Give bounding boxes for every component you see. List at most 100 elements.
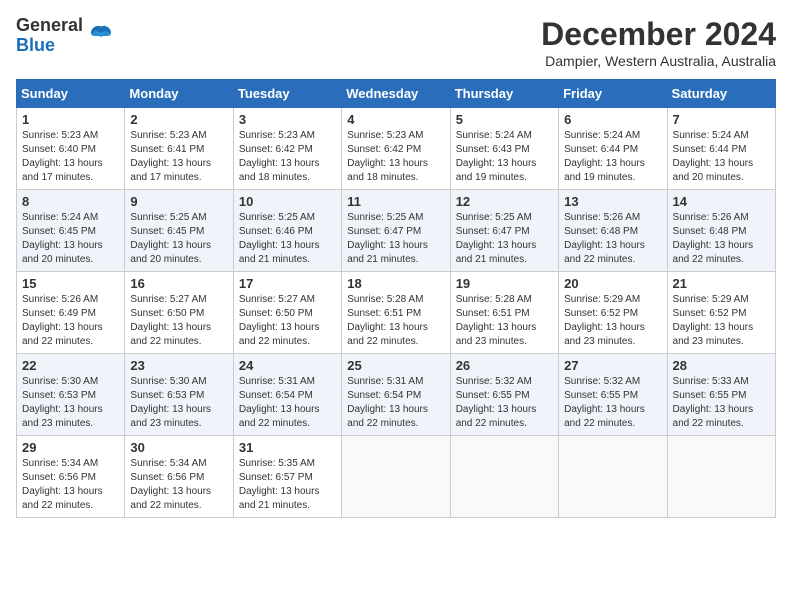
- logo: General Blue: [16, 16, 115, 56]
- day-number: 18: [347, 276, 444, 291]
- logo-text: General Blue: [16, 16, 83, 56]
- day-number: 21: [673, 276, 770, 291]
- daylight-label: Daylight: 13 hours and 22 minutes.: [673, 240, 754, 265]
- col-saturday: Saturday: [667, 80, 775, 108]
- daylight-label: Daylight: 13 hours and 18 minutes.: [239, 158, 320, 183]
- daylight-label: Daylight: 13 hours and 23 minutes.: [130, 404, 211, 429]
- sunset-label: Sunset: 6:42 PM: [239, 144, 313, 155]
- sunrise-label: Sunrise: 5:30 AM: [22, 376, 98, 387]
- sunset-label: Sunset: 6:48 PM: [673, 226, 747, 237]
- calendar-cell: 10 Sunrise: 5:25 AM Sunset: 6:46 PM Dayl…: [233, 190, 341, 272]
- daylight-label: Daylight: 13 hours and 22 minutes.: [22, 486, 103, 511]
- sunrise-label: Sunrise: 5:27 AM: [239, 294, 315, 305]
- sunrise-label: Sunrise: 5:35 AM: [239, 458, 315, 469]
- calendar-cell: 14 Sunrise: 5:26 AM Sunset: 6:48 PM Dayl…: [667, 190, 775, 272]
- day-number: 15: [22, 276, 119, 291]
- day-info: Sunrise: 5:25 AM Sunset: 6:46 PM Dayligh…: [239, 211, 336, 267]
- sunrise-label: Sunrise: 5:25 AM: [239, 212, 315, 223]
- calendar-cell: 2 Sunrise: 5:23 AM Sunset: 6:41 PM Dayli…: [125, 108, 233, 190]
- sunrise-label: Sunrise: 5:23 AM: [239, 130, 315, 141]
- sunrise-label: Sunrise: 5:26 AM: [22, 294, 98, 305]
- day-number: 22: [22, 358, 119, 373]
- sunset-label: Sunset: 6:44 PM: [564, 144, 638, 155]
- day-number: 31: [239, 440, 336, 455]
- sunset-label: Sunset: 6:53 PM: [22, 390, 96, 401]
- title-area: December 2024 Dampier, Western Australia…: [541, 16, 776, 69]
- sunrise-label: Sunrise: 5:32 AM: [456, 376, 532, 387]
- sunset-label: Sunset: 6:51 PM: [347, 308, 421, 319]
- day-number: 9: [130, 194, 227, 209]
- daylight-label: Daylight: 13 hours and 17 minutes.: [22, 158, 103, 183]
- col-sunday: Sunday: [17, 80, 125, 108]
- logo-bird-icon: [87, 22, 115, 50]
- sunrise-label: Sunrise: 5:26 AM: [673, 212, 749, 223]
- daylight-label: Daylight: 13 hours and 21 minutes.: [239, 486, 320, 511]
- daylight-label: Daylight: 13 hours and 20 minutes.: [673, 158, 754, 183]
- day-number: 27: [564, 358, 661, 373]
- calendar-cell: 30 Sunrise: 5:34 AM Sunset: 6:56 PM Dayl…: [125, 436, 233, 518]
- day-number: 6: [564, 112, 661, 127]
- sunrise-label: Sunrise: 5:34 AM: [22, 458, 98, 469]
- sunrise-label: Sunrise: 5:31 AM: [239, 376, 315, 387]
- daylight-label: Daylight: 13 hours and 20 minutes.: [130, 240, 211, 265]
- calendar-week-row: 22 Sunrise: 5:30 AM Sunset: 6:53 PM Dayl…: [17, 354, 776, 436]
- day-number: 3: [239, 112, 336, 127]
- day-number: 30: [130, 440, 227, 455]
- calendar-cell: 11 Sunrise: 5:25 AM Sunset: 6:47 PM Dayl…: [342, 190, 450, 272]
- calendar-cell: 27 Sunrise: 5:32 AM Sunset: 6:55 PM Dayl…: [559, 354, 667, 436]
- daylight-label: Daylight: 13 hours and 22 minutes.: [564, 240, 645, 265]
- sunrise-label: Sunrise: 5:26 AM: [564, 212, 640, 223]
- calendar-cell: 15 Sunrise: 5:26 AM Sunset: 6:49 PM Dayl…: [17, 272, 125, 354]
- col-thursday: Thursday: [450, 80, 558, 108]
- calendar-cell: 23 Sunrise: 5:30 AM Sunset: 6:53 PM Dayl…: [125, 354, 233, 436]
- day-info: Sunrise: 5:26 AM Sunset: 6:48 PM Dayligh…: [673, 211, 770, 267]
- calendar-cell: 26 Sunrise: 5:32 AM Sunset: 6:55 PM Dayl…: [450, 354, 558, 436]
- daylight-label: Daylight: 13 hours and 22 minutes.: [347, 404, 428, 429]
- sunrise-label: Sunrise: 5:28 AM: [347, 294, 423, 305]
- day-info: Sunrise: 5:29 AM Sunset: 6:52 PM Dayligh…: [564, 293, 661, 349]
- calendar-cell: 4 Sunrise: 5:23 AM Sunset: 6:42 PM Dayli…: [342, 108, 450, 190]
- calendar-cell: 13 Sunrise: 5:26 AM Sunset: 6:48 PM Dayl…: [559, 190, 667, 272]
- day-info: Sunrise: 5:28 AM Sunset: 6:51 PM Dayligh…: [347, 293, 444, 349]
- day-info: Sunrise: 5:26 AM Sunset: 6:49 PM Dayligh…: [22, 293, 119, 349]
- day-number: 2: [130, 112, 227, 127]
- sunset-label: Sunset: 6:54 PM: [239, 390, 313, 401]
- day-info: Sunrise: 5:24 AM Sunset: 6:43 PM Dayligh…: [456, 129, 553, 185]
- daylight-label: Daylight: 13 hours and 23 minutes.: [564, 322, 645, 347]
- sunset-label: Sunset: 6:55 PM: [456, 390, 530, 401]
- calendar-cell: 6 Sunrise: 5:24 AM Sunset: 6:44 PM Dayli…: [559, 108, 667, 190]
- day-info: Sunrise: 5:30 AM Sunset: 6:53 PM Dayligh…: [130, 375, 227, 431]
- daylight-label: Daylight: 13 hours and 22 minutes.: [130, 322, 211, 347]
- sunset-label: Sunset: 6:50 PM: [239, 308, 313, 319]
- day-number: 19: [456, 276, 553, 291]
- day-info: Sunrise: 5:24 AM Sunset: 6:44 PM Dayligh…: [564, 129, 661, 185]
- sunset-label: Sunset: 6:52 PM: [564, 308, 638, 319]
- sunset-label: Sunset: 6:55 PM: [673, 390, 747, 401]
- calendar-cell: 8 Sunrise: 5:24 AM Sunset: 6:45 PM Dayli…: [17, 190, 125, 272]
- sunrise-label: Sunrise: 5:34 AM: [130, 458, 206, 469]
- day-info: Sunrise: 5:34 AM Sunset: 6:56 PM Dayligh…: [22, 457, 119, 513]
- sunrise-label: Sunrise: 5:32 AM: [564, 376, 640, 387]
- daylight-label: Daylight: 13 hours and 22 minutes.: [347, 322, 428, 347]
- calendar-cell: 19 Sunrise: 5:28 AM Sunset: 6:51 PM Dayl…: [450, 272, 558, 354]
- calendar-week-row: 1 Sunrise: 5:23 AM Sunset: 6:40 PM Dayli…: [17, 108, 776, 190]
- daylight-label: Daylight: 13 hours and 19 minutes.: [456, 158, 537, 183]
- sunrise-label: Sunrise: 5:23 AM: [130, 130, 206, 141]
- daylight-label: Daylight: 13 hours and 17 minutes.: [130, 158, 211, 183]
- calendar-cell: [559, 436, 667, 518]
- calendar-week-row: 29 Sunrise: 5:34 AM Sunset: 6:56 PM Dayl…: [17, 436, 776, 518]
- sunset-label: Sunset: 6:45 PM: [130, 226, 204, 237]
- calendar-table: Sunday Monday Tuesday Wednesday Thursday…: [16, 79, 776, 518]
- calendar-header-row: Sunday Monday Tuesday Wednesday Thursday…: [17, 80, 776, 108]
- day-number: 10: [239, 194, 336, 209]
- daylight-label: Daylight: 13 hours and 22 minutes.: [239, 322, 320, 347]
- sunset-label: Sunset: 6:49 PM: [22, 308, 96, 319]
- day-info: Sunrise: 5:24 AM Sunset: 6:44 PM Dayligh…: [673, 129, 770, 185]
- day-info: Sunrise: 5:23 AM Sunset: 6:41 PM Dayligh…: [130, 129, 227, 185]
- sunrise-label: Sunrise: 5:30 AM: [130, 376, 206, 387]
- month-title: December 2024: [541, 16, 776, 53]
- calendar-cell: 29 Sunrise: 5:34 AM Sunset: 6:56 PM Dayl…: [17, 436, 125, 518]
- day-number: 23: [130, 358, 227, 373]
- day-info: Sunrise: 5:25 AM Sunset: 6:47 PM Dayligh…: [456, 211, 553, 267]
- day-info: Sunrise: 5:27 AM Sunset: 6:50 PM Dayligh…: [130, 293, 227, 349]
